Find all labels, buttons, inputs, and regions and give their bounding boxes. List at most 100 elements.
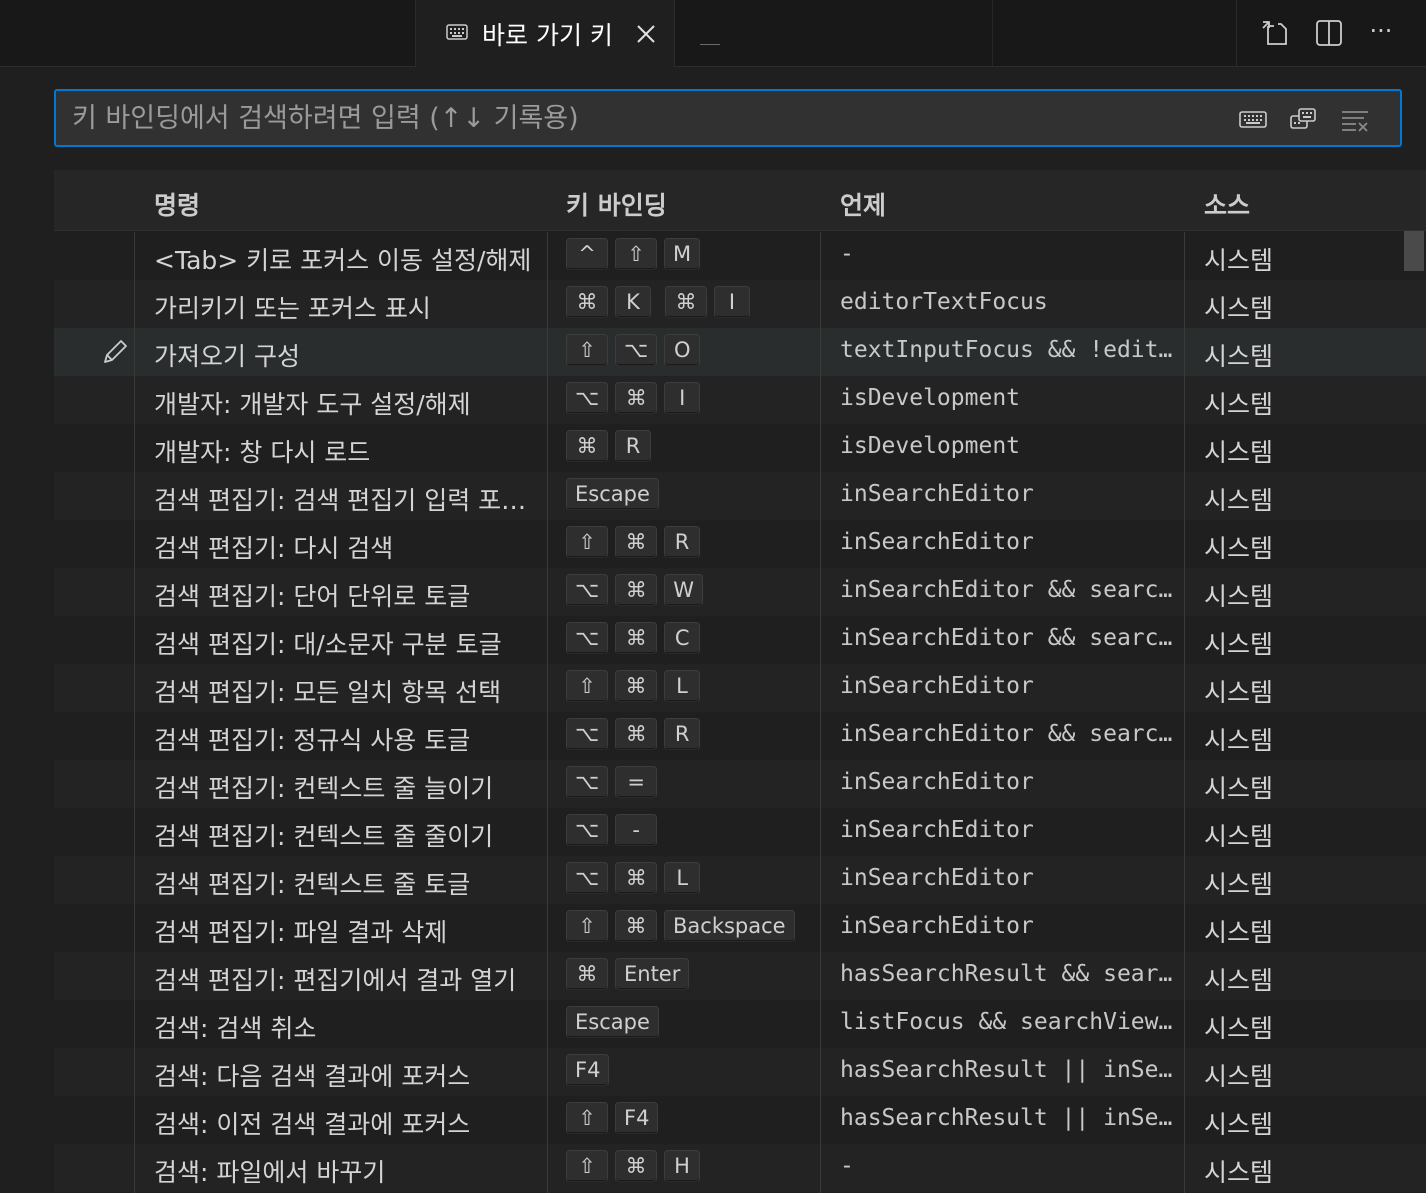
table-row[interactable]: 검색: 다음 검색 결과에 포커스 F4 hasSearchResult || in… bbox=[54, 1048, 1426, 1096]
when-cell: hasSearchResult && sear… bbox=[840, 961, 1173, 987]
table-row[interactable]: <Tab> 키로 포커스 이동 설정/해제 ^ ⇧ M - 시스템 bbox=[54, 232, 1426, 280]
table-row[interactable]: 검색 편집기: 대/소문자 구분 토글 ⌥ ⌘ CinSearchEditor && … bbox=[54, 616, 1426, 664]
keycap: ⌘ bbox=[615, 382, 658, 414]
keycap: C bbox=[664, 622, 701, 654]
scrollbar-thumb[interactable] bbox=[1404, 231, 1424, 271]
when-cell: hasSearchResult || inSe… bbox=[840, 1057, 1173, 1083]
header-when[interactable]: 언제 bbox=[840, 186, 886, 222]
more-actions-icon[interactable]: ··· bbox=[1365, 18, 1397, 48]
when-cell: inSearchEditor bbox=[840, 865, 1034, 891]
key-chord: Escape bbox=[566, 1006, 659, 1040]
record-keys-icon[interactable] bbox=[1238, 105, 1268, 133]
keybinding-cell: ⇧ ⌘ Backspace bbox=[566, 910, 801, 944]
keycap: I bbox=[664, 382, 701, 414]
command-cell: 개발자: 창 다시 로드 bbox=[154, 438, 371, 467]
key-chord: Escape bbox=[566, 478, 659, 512]
key-chord: ⇧ ⌥ O bbox=[566, 334, 701, 368]
key-chord: ⌘ K bbox=[566, 286, 651, 320]
key-chord: F4 bbox=[566, 1054, 610, 1088]
keybindings-table: 명령 키 바인딩 언제 소스 <Tab> 키로 포커스 이동 설정/해제 ^ ⇧ M -… bbox=[54, 170, 1426, 1193]
keycap: ⇧ bbox=[615, 238, 657, 270]
key-chord: ^ ⇧ M bbox=[566, 238, 701, 272]
keybinding-cell: ⌘ Enter bbox=[566, 958, 695, 992]
table-row[interactable]: 가져오기 구성 ⇧ ⌥ OtextInputFocus && !edit… 시스템 bbox=[54, 328, 1426, 376]
keycap: Escape bbox=[566, 1006, 659, 1038]
source-cell: 시스템 bbox=[1204, 918, 1274, 947]
source-cell: 시스템 bbox=[1204, 822, 1274, 851]
keycap: ⌥ bbox=[566, 814, 609, 846]
keycap: ⌥ bbox=[566, 574, 609, 606]
editor-actions: ··· bbox=[1236, 0, 1426, 66]
table-row[interactable]: 개발자: 개발자 도구 설정/해제 ⌥ ⌘ IisDevelopment 시스템 bbox=[54, 376, 1426, 424]
table-row[interactable]: 검색 편집기: 모든 일치 항목 선택 ⇧ ⌘ LinSearchEditor 시스템 bbox=[54, 664, 1426, 712]
keybinding-cell: ⌥ ⌘ W bbox=[566, 574, 709, 608]
keycap: ⇧ bbox=[566, 334, 608, 366]
key-chord: ⌥ - bbox=[566, 814, 658, 848]
table-row[interactable]: 검색: 이전 검색 결과에 포커스 ⇧ F4 hasSearchResult || i… bbox=[54, 1096, 1426, 1144]
keycap: H bbox=[664, 1150, 700, 1182]
header-command[interactable]: 명령 bbox=[154, 186, 200, 222]
keycap: Escape bbox=[566, 478, 659, 510]
keybinding-cell: ⌥ - bbox=[566, 814, 663, 848]
open-json-icon[interactable] bbox=[1259, 18, 1291, 48]
table-row[interactable]: 검색 편집기: 파일 결과 삭제 ⇧ ⌘ Backspace inSearchEdito… bbox=[54, 904, 1426, 952]
table-row[interactable]: 검색 편집기: 편집기에서 결과 열기 ⌘ Enter hasSearchResult… bbox=[54, 952, 1426, 1000]
key-chord: ⇧ F4 bbox=[566, 1102, 659, 1136]
table-row[interactable]: 가리키기 또는 포커스 표시 ⌘ K ⌘ IeditorTextFocus 시스템 bbox=[54, 280, 1426, 328]
source-cell: 시스템 bbox=[1204, 342, 1274, 371]
table-row[interactable]: 검색 편집기: 검색 편집기 입력 포… Escape inSearchEditor… bbox=[54, 472, 1426, 520]
table-row[interactable]: 검색 편집기: 단어 단위로 토글 ⌥ ⌘ WinSearchEditor && se… bbox=[54, 568, 1426, 616]
keybinding-cell: ⌥ ⌘ R bbox=[566, 718, 706, 752]
key-chord: ⌥ = bbox=[566, 766, 658, 800]
table-row[interactable]: 검색 편집기: 다시 검색 ⇧ ⌘ RinSearchEditor 시스템 bbox=[54, 520, 1426, 568]
when-cell: inSearchEditor bbox=[840, 913, 1034, 939]
keybinding-cell: ⇧ ⌘ H bbox=[566, 1150, 706, 1184]
table-row[interactable]: 검색 편집기: 컨텍스트 줄 토글 ⌥ ⌘ LinSearchEditor 시스템 bbox=[54, 856, 1426, 904]
table-row[interactable]: 검색 편집기: 컨텍스트 줄 줄이기 ⌥ - inSearchEditor 시스템 bbox=[54, 808, 1426, 856]
table-row[interactable]: 검색 편집기: 정규식 사용 토글 ⌥ ⌘ RinSearchEditor && se… bbox=[54, 712, 1426, 760]
source-cell: 시스템 bbox=[1204, 582, 1274, 611]
source-cell: 시스템 bbox=[1204, 1158, 1274, 1187]
when-cell: - bbox=[840, 1153, 854, 1179]
search-input[interactable] bbox=[72, 99, 1212, 137]
key-chord: ⇧ ⌘ L bbox=[566, 670, 700, 704]
when-cell: textInputFocus && !edit… bbox=[840, 337, 1173, 363]
edit-keybinding-icon[interactable] bbox=[100, 337, 130, 367]
table-row[interactable]: 개발자: 창 다시 로드 ⌘ RisDevelopment 시스템 bbox=[54, 424, 1426, 472]
keycap: ⌥ bbox=[566, 766, 609, 798]
keycap: ⌘ bbox=[615, 574, 658, 606]
source-cell: 시스템 bbox=[1204, 1014, 1274, 1043]
keycap: ⌥ bbox=[615, 334, 658, 366]
keycap: I bbox=[714, 286, 750, 318]
sort-by-precedence-icon[interactable] bbox=[1288, 105, 1318, 133]
table-row[interactable]: 검색: 파일에서 바꾸기 ⇧ ⌘ H - 시스템 bbox=[54, 1144, 1426, 1192]
command-cell: 검색 편집기: 편집기에서 결과 열기 bbox=[154, 966, 517, 995]
split-editor-icon[interactable] bbox=[1313, 18, 1345, 48]
command-cell: 검색: 이전 검색 결과에 포커스 bbox=[154, 1110, 471, 1139]
source-cell: 시스템 bbox=[1204, 870, 1274, 899]
command-cell: 검색 편집기: 다시 검색 bbox=[154, 534, 394, 563]
keycap: ⌘ bbox=[615, 622, 658, 654]
keycap: Backspace bbox=[664, 910, 795, 942]
table-row[interactable]: 검색 편집기: 컨텍스트 줄 늘이기 ⌥ = inSearchEditor 시스템 bbox=[54, 760, 1426, 808]
key-chord: ⇧ ⌘ Backspace bbox=[566, 910, 795, 944]
source-cell: 시스템 bbox=[1204, 534, 1274, 563]
source-cell: 시스템 bbox=[1204, 294, 1274, 323]
keycap: ⌘ bbox=[615, 670, 657, 702]
keycap: ⌘ bbox=[566, 430, 608, 462]
clear-filter-icon[interactable] bbox=[1340, 105, 1370, 133]
keycap: W bbox=[664, 574, 703, 606]
keycap: Enter bbox=[615, 958, 690, 990]
source-cell: 시스템 bbox=[1204, 390, 1274, 419]
close-icon[interactable] bbox=[632, 18, 660, 48]
when-cell: inSearchEditor bbox=[840, 769, 1034, 795]
when-cell: inSearchEditor bbox=[840, 673, 1034, 699]
source-cell: 시스템 bbox=[1204, 1062, 1274, 1091]
keybinding-cell: ⌥ ⌘ C bbox=[566, 622, 706, 656]
table-row[interactable]: 검색: 검색 취소 Escape listFocus && searchView… 시… bbox=[54, 1000, 1426, 1048]
keycap: R bbox=[615, 430, 651, 462]
header-keybinding[interactable]: 키 바인딩 bbox=[566, 186, 667, 222]
header-source[interactable]: 소스 bbox=[1204, 186, 1250, 222]
command-cell: 검색: 파일에서 바꾸기 bbox=[154, 1158, 386, 1187]
tab-keyboard-shortcuts[interactable]: 바로 가기 키 bbox=[415, 0, 675, 67]
